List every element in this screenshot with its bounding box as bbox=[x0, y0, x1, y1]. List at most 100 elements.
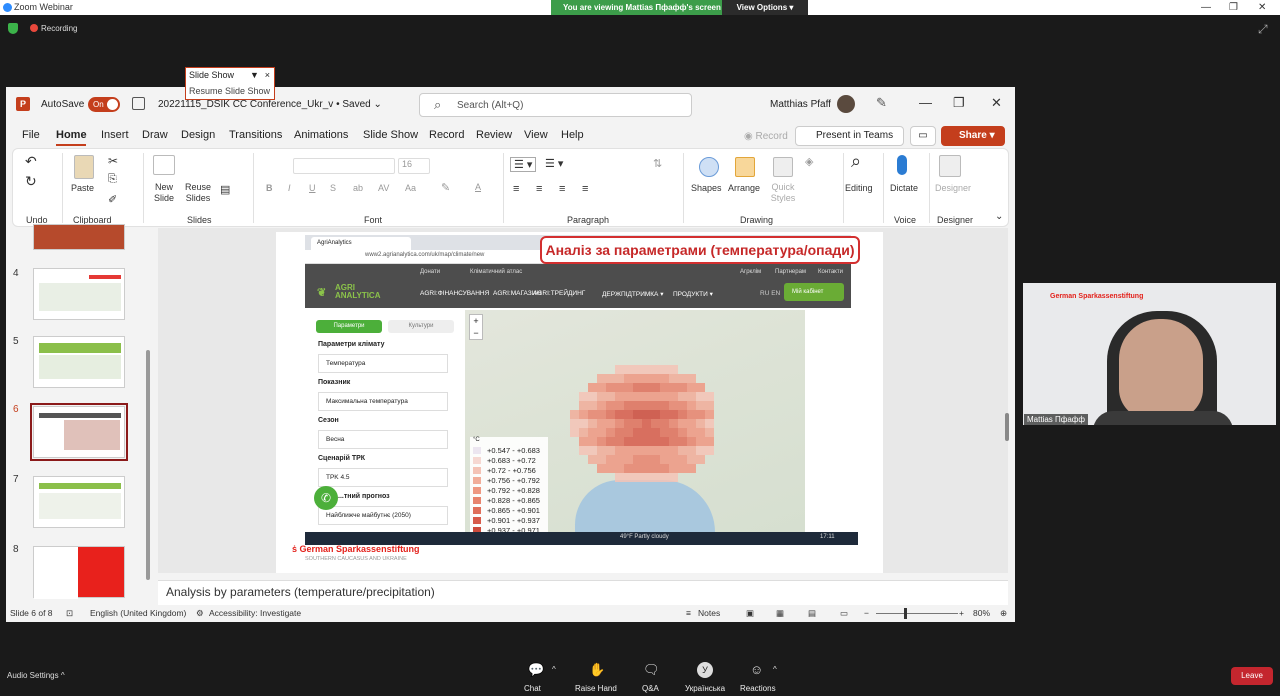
shadow-button[interactable]: ab bbox=[353, 183, 363, 193]
avatar[interactable] bbox=[837, 95, 855, 113]
tab-insert[interactable]: Insert bbox=[101, 129, 129, 141]
paste-icon[interactable] bbox=[74, 155, 94, 179]
record-button[interactable]: ◉ Record bbox=[734, 127, 790, 146]
minimize-icon[interactable]: — bbox=[1201, 0, 1211, 15]
slide-thumbnail-4[interactable] bbox=[33, 268, 125, 320]
align-center-icon[interactable]: ≡ bbox=[536, 183, 542, 195]
zoom-out-icon[interactable]: − bbox=[864, 608, 869, 618]
slideshow-view-icon[interactable]: ▭ bbox=[840, 608, 848, 619]
new-slide-button[interactable]: New Slide bbox=[149, 182, 179, 204]
editing-button[interactable]: Editing bbox=[845, 183, 873, 193]
search-box[interactable]: ⌕ Search (Alt+Q) bbox=[419, 93, 692, 117]
highlight-icon[interactable]: ✎ bbox=[441, 181, 450, 194]
notes-pane[interactable]: Analysis by parameters (temperature/prec… bbox=[158, 580, 1008, 605]
chevron-up-icon[interactable]: ^ bbox=[552, 665, 556, 674]
pen-icon[interactable]: ✎ bbox=[876, 95, 887, 111]
file-name[interactable]: 20221115_DSIK CC Conference_Ukr_v • Save… bbox=[158, 99, 382, 110]
designer-icon[interactable] bbox=[939, 155, 961, 177]
security-shield-icon[interactable] bbox=[8, 23, 18, 34]
close-icon[interactable]: ✕ bbox=[1258, 0, 1266, 15]
minimize-icon[interactable]: — bbox=[919, 95, 932, 110]
qa-icon[interactable]: 🗨 bbox=[643, 662, 660, 678]
chat-button[interactable]: Chat bbox=[524, 684, 541, 693]
tab-design[interactable]: Design bbox=[181, 129, 215, 141]
view-options-button[interactable]: View Options ▾ bbox=[722, 0, 808, 15]
shapes-button[interactable]: Shapes bbox=[691, 183, 722, 193]
accessibility-status[interactable]: Accessibility: Investigate bbox=[209, 608, 301, 618]
font-color-button[interactable]: A bbox=[475, 182, 481, 192]
tab-home[interactable]: Home bbox=[56, 129, 87, 141]
present-in-teams-button[interactable]: Present in Teams bbox=[795, 126, 904, 146]
quick-styles-icon[interactable] bbox=[773, 157, 793, 177]
slide-sorter-icon[interactable]: ▦ bbox=[776, 608, 784, 619]
shape-fill-icon[interactable]: ◈ bbox=[805, 155, 813, 168]
redo-icon[interactable]: ↻ bbox=[25, 173, 37, 190]
font-family-select[interactable] bbox=[293, 158, 395, 174]
close-icon[interactable]: × bbox=[265, 70, 270, 80]
tab-slide-show[interactable]: Slide Show bbox=[363, 129, 418, 141]
resume-slide-show-item[interactable]: Resume Slide Show bbox=[189, 86, 270, 96]
spellcheck-icon[interactable]: ⊡ bbox=[66, 608, 73, 619]
paste-button[interactable]: Paste bbox=[71, 183, 94, 193]
tab-review[interactable]: Review bbox=[476, 129, 512, 141]
comments-button[interactable]: ▭ bbox=[910, 126, 936, 146]
reading-view-icon[interactable]: ▤ bbox=[808, 608, 816, 619]
normal-view-icon[interactable]: ▣ bbox=[746, 608, 754, 619]
share-button[interactable]: Share ▾ bbox=[941, 126, 1005, 146]
slide-thumbnail-7[interactable] bbox=[33, 476, 125, 528]
interpretation-icon[interactable]: У bbox=[697, 662, 713, 678]
tab-animations[interactable]: Animations bbox=[294, 129, 348, 141]
participant-video[interactable]: German Sparkassenstiftung bbox=[1023, 283, 1276, 425]
format-painter-icon[interactable]: ✐ bbox=[108, 193, 117, 206]
italic-button[interactable]: I bbox=[288, 183, 291, 193]
close-icon[interactable]: ✕ bbox=[991, 95, 1002, 111]
zoom-level[interactable]: 80% bbox=[973, 608, 990, 618]
editing-search-icon[interactable]: ⌕ bbox=[851, 151, 861, 172]
tab-help[interactable]: Help bbox=[561, 129, 584, 141]
chat-icon[interactable]: 💬 bbox=[528, 662, 544, 678]
slide-thumbnail-3[interactable] bbox=[33, 224, 125, 250]
notes-icon[interactable]: ≡ bbox=[686, 608, 691, 618]
new-slide-icon[interactable] bbox=[153, 155, 175, 175]
underline-button[interactable]: U bbox=[309, 183, 316, 193]
audio-settings-button[interactable]: Audio Settings ^ bbox=[7, 671, 65, 680]
restore-icon[interactable]: ❐ bbox=[953, 95, 965, 111]
tab-view[interactable]: View bbox=[524, 129, 548, 141]
raise-hand-button[interactable]: Raise Hand bbox=[575, 684, 617, 693]
align-right-icon[interactable]: ≡ bbox=[559, 183, 565, 195]
slide-scrollbar[interactable] bbox=[1004, 235, 1010, 595]
bold-button[interactable]: B bbox=[266, 183, 273, 193]
slide-show-dropdown[interactable]: Slide Show ▼ × Resume Slide Show bbox=[185, 67, 275, 100]
arrange-icon[interactable] bbox=[735, 157, 755, 177]
interpretation-button[interactable]: Українська bbox=[685, 684, 725, 693]
scrollbar-thumb[interactable] bbox=[1005, 413, 1009, 441]
save-icon[interactable] bbox=[132, 97, 145, 110]
tab-transitions[interactable]: Transitions bbox=[229, 129, 282, 141]
reactions-icon[interactable]: ☺ bbox=[750, 662, 763, 677]
slide-thumbnail-8[interactable] bbox=[33, 546, 125, 599]
reactions-button[interactable]: Reactions bbox=[740, 684, 776, 693]
char-spacing-button[interactable]: AV bbox=[378, 183, 389, 193]
numbering-button[interactable]: ☰ ▾ bbox=[545, 157, 563, 170]
align-left-icon[interactable]: ≡ bbox=[513, 183, 519, 195]
undo-icon[interactable]: ↶ bbox=[25, 153, 37, 170]
designer-button[interactable]: Designer bbox=[935, 183, 971, 193]
fit-slide-icon[interactable]: ⊕ bbox=[1000, 608, 1007, 619]
scrollbar-thumb[interactable] bbox=[146, 350, 150, 580]
slide-thumbnail-6[interactable] bbox=[30, 403, 128, 461]
restore-icon[interactable]: ❐ bbox=[1229, 0, 1238, 15]
shapes-icon[interactable] bbox=[699, 157, 719, 177]
justify-icon[interactable]: ≡ bbox=[582, 183, 588, 195]
zoom-in-icon[interactable]: + bbox=[959, 608, 964, 618]
user-name[interactable]: Matthias Pfaff bbox=[770, 99, 831, 110]
quick-styles-button[interactable]: Quick Styles bbox=[768, 182, 798, 204]
slide-thumbnail-5[interactable] bbox=[33, 336, 125, 388]
thumbnail-scrollbar[interactable] bbox=[145, 230, 151, 600]
autosave-toggle[interactable]: On bbox=[88, 97, 120, 112]
tab-file[interactable]: File bbox=[22, 129, 40, 141]
collapse-ribbon-icon[interactable]: ⌄ bbox=[995, 211, 1003, 222]
dictate-button[interactable]: Dictate bbox=[890, 183, 918, 193]
fullscreen-icon[interactable]: ⤢ bbox=[1258, 22, 1268, 37]
font-size-select[interactable]: 16 bbox=[398, 158, 430, 174]
reuse-slides-button[interactable]: Reuse Slides bbox=[183, 182, 213, 204]
